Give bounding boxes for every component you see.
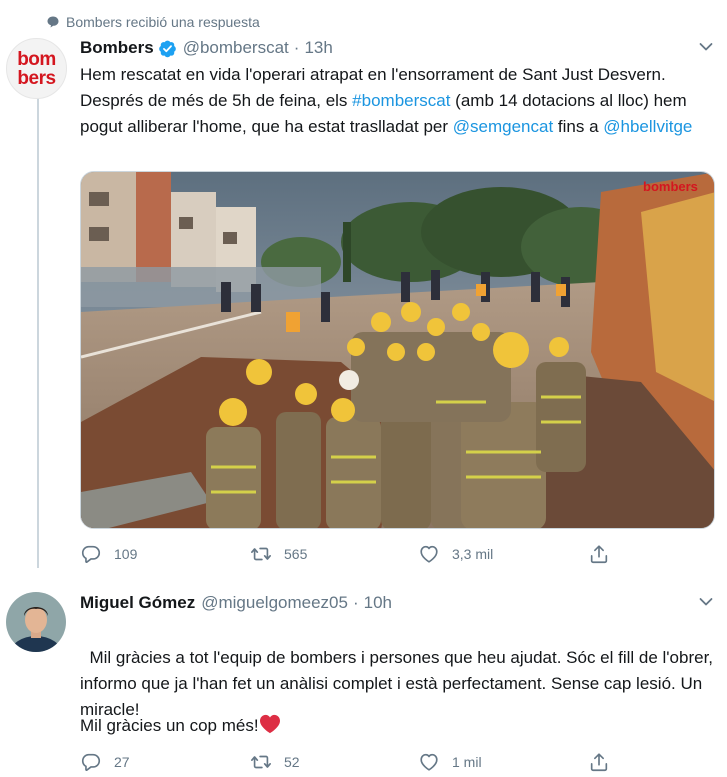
retweet-icon [251,755,271,769]
tweet-timestamp[interactable]: 10h [364,593,392,613]
reply-tweet-text: Mil gràcies a tot l'equip de bombers i p… [80,619,720,723]
retweet-icon [251,547,271,561]
reply-count: 109 [114,546,138,562]
verified-badge-icon [158,40,176,57]
reply-tweet-header: Miguel Gómez @miguelgomeez05 · 10h [80,592,392,614]
tweet-header: Bombers @bomberscat · 13h [80,37,333,59]
retweet-count: 52 [284,754,300,770]
tweet-text-segment: fins a [553,117,604,136]
reply-button[interactable]: 109 [80,543,137,565]
speech-bubble-icon [47,16,59,28]
tweet-link[interactable]: @semgencat [453,117,553,136]
share-button[interactable] [588,543,622,565]
like-count: 1 mil [452,754,482,770]
heart-icon [420,545,438,563]
like-button[interactable]: 1 mil [418,751,482,773]
rescue-scene-photo: bombers [81,172,714,528]
miguel-avatar[interactable] [6,592,66,652]
chevron-down-icon[interactable] [699,42,713,52]
retweet-context[interactable]: Bombers recibió una respuesta [47,12,260,32]
author-name[interactable]: Bombers [80,38,154,58]
like-button[interactable]: 3,3 mil [418,543,493,565]
reply-button[interactable]: 27 [80,751,130,773]
retweet-count: 565 [284,546,308,562]
tweet-timestamp[interactable]: 13h [304,38,332,58]
photo-watermark: bombers [643,179,698,194]
thread-connector [37,98,39,568]
reply-text-thanks: Mil gràcies un cop més! [80,716,259,735]
author-name[interactable]: Miguel Gómez [80,593,195,613]
chevron-down-icon[interactable] [699,597,713,607]
separator-dot: · [352,593,359,612]
reply-count: 27 [114,754,130,770]
bombers-logo: bom bers [17,48,56,89]
tweet-photo[interactable]: bombers [80,171,715,529]
context-text: Bombers recibió una respuesta [66,14,260,30]
share-button[interactable] [588,751,622,773]
reply-tweet-thanks: Mil gràcies un cop més! [80,713,720,739]
retweet-button[interactable]: 52 [250,751,300,773]
red-heart-emoji [259,714,280,734]
profile-photo [6,592,66,652]
share-icon [590,753,608,772]
tweet-text: Hem rescatat en vida l'operari atrapat e… [80,62,720,140]
tweet-link[interactable]: #bomberscat [352,91,450,110]
reply-icon [81,545,101,564]
separator-dot: · [293,38,300,57]
author-handle[interactable]: @bomberscat [183,38,289,58]
share-icon [590,545,608,564]
tweet-actions: 109 565 3,3 mil [80,543,620,567]
retweet-button[interactable]: 565 [250,543,307,565]
author-handle[interactable]: @miguelgomeez05 [201,593,348,613]
tweet-link[interactable]: @hbellvitge [603,117,692,136]
reply-icon [81,753,101,772]
heart-icon [420,753,438,771]
reply-text-main: Mil gràcies a tot l'equip de bombers i p… [80,648,718,719]
bombers-avatar[interactable]: bom bers [6,38,67,99]
reply-tweet-actions: 27 52 1 mil [80,751,620,775]
like-count: 3,3 mil [452,546,494,562]
